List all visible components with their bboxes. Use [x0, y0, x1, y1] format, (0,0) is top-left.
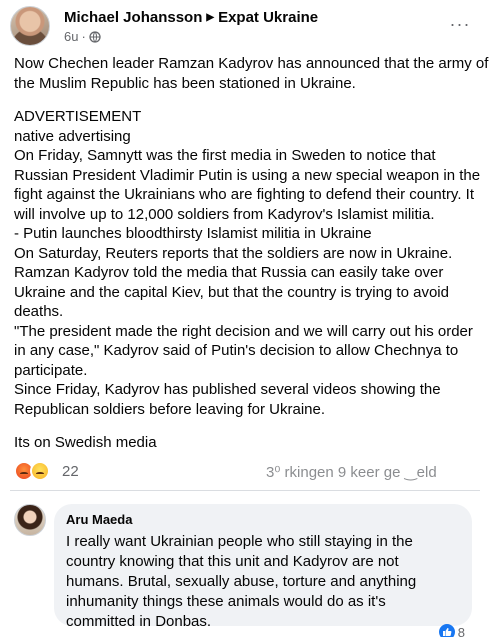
reaction-bar: 22 3⁰ rkingen 9 keer ge ‿eld	[14, 460, 476, 482]
post-line: Ramzan Kadyrov told the media that Russi…	[14, 264, 444, 281]
comment-line: inhumanity things these animals would do…	[66, 593, 386, 610]
comment-text: I really want Ukrainian people who still…	[66, 532, 460, 632]
commenter-avatar[interactable]	[14, 504, 46, 536]
author-name[interactable]: Michael Johansson	[64, 9, 202, 26]
comment-line: I really want Ukrainian people who still…	[66, 533, 413, 550]
ellipsis-icon: ···	[449, 14, 471, 34]
meta-separator: ·	[81, 29, 86, 44]
post-line: Russian President Vladimir Putin is usin…	[14, 166, 481, 184]
post-line: fight against the Ukrainians who are fig…	[14, 186, 474, 203]
reaction-count[interactable]: 22	[62, 463, 79, 480]
commenter-name[interactable]: Aru Maeda	[66, 512, 460, 528]
post-line: On Saturday, Reuters reports that the so…	[14, 244, 453, 262]
post-line: Republican soldiers before leaving for U…	[14, 400, 326, 418]
comment-bubble: Aru Maeda I really want Ukrainian people…	[54, 504, 472, 630]
post-line: deaths.	[14, 303, 64, 320]
post-line: Its on Swedish media	[14, 434, 157, 451]
post-text: Now Chechen leader Ramzan Kadyrov has an…	[14, 54, 489, 453]
like-icon	[438, 624, 455, 637]
divider	[10, 490, 480, 491]
comment-line: country knowing that this unit and Kadyr…	[66, 553, 399, 570]
comment-share-stats[interactable]: 3⁰ rkingen 9 keer ge ‿eld	[266, 463, 437, 481]
arrow-right-icon: ▶	[206, 12, 215, 23]
post-line: Now Chechen leader Ramzan Kadyrov has an…	[14, 55, 489, 72]
author-line: Michael Johansson ▶ Expat Ukraine	[64, 9, 318, 26]
reaction-icons[interactable]	[14, 460, 58, 482]
post-header: Michael Johansson ▶ Expat Ukraine 6u · ···	[10, 6, 480, 46]
post-line: Since Friday, Kadyrov has published seve…	[14, 381, 441, 398]
sad-icon	[30, 461, 50, 481]
comment-like-count: 8	[457, 625, 465, 637]
comment-line: humans. Brutal, sexually abuse, torture …	[66, 573, 417, 590]
comment-reaction[interactable]: 8	[438, 624, 465, 637]
post-line: the Muslim Republic has been stationed i…	[14, 74, 356, 92]
post-line: ADVERTISEMENT	[14, 108, 142, 125]
group-name[interactable]: Expat Ukraine	[218, 9, 318, 26]
post-meta: 6u ·	[64, 29, 101, 46]
author-avatar[interactable]	[10, 6, 50, 46]
post-line: Ukraine and the capital Kiev, but that t…	[14, 283, 449, 301]
post-line: in any case," Kadyrov said of Putin's de…	[14, 342, 459, 359]
post-line: On Friday, Samnytt was the first media i…	[14, 147, 436, 164]
post-line: participate.	[14, 361, 88, 379]
post-time[interactable]: 6u	[64, 29, 78, 44]
post-line: native advertising	[14, 127, 131, 145]
more-options-button[interactable]: ···	[448, 14, 472, 38]
comment-line: committed in Donbas.	[66, 613, 212, 630]
globe-icon	[89, 31, 101, 46]
post-line: "The president made the right decision a…	[14, 322, 473, 340]
post-line: will involve up to 12,000 soldiers from …	[14, 205, 435, 223]
post-line: - Putin launches bloodthirsty Islamist m…	[14, 225, 372, 242]
